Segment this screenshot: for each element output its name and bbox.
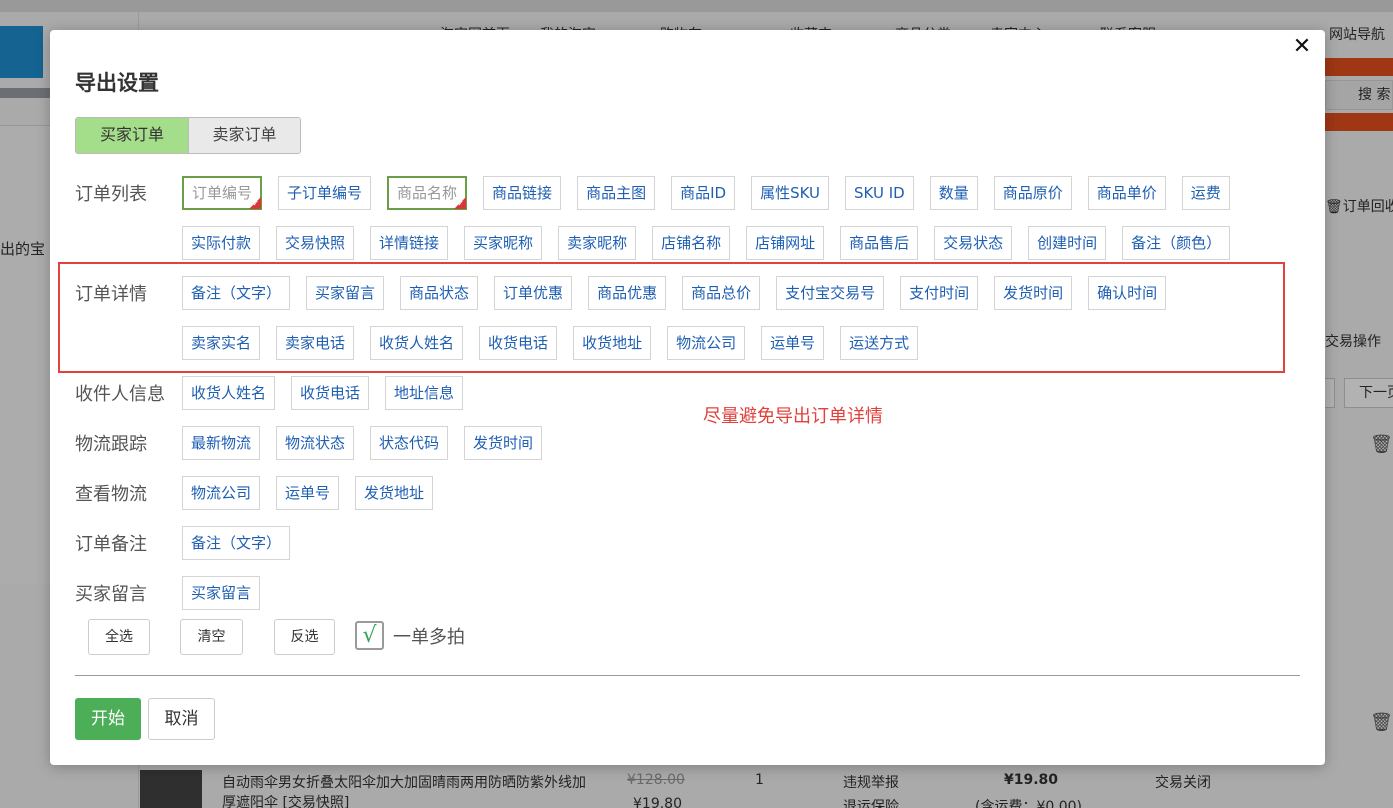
field-tag[interactable]: 收货人姓名 xyxy=(370,326,464,360)
order-type-tabs: 买家订单 卖家订单 xyxy=(75,117,301,154)
multi-shot-checkbox[interactable]: √ xyxy=(355,621,384,650)
field-tag[interactable]: 店铺网址 xyxy=(746,226,825,260)
field-tag[interactable]: 商品ID xyxy=(671,176,736,210)
order-detail-row1: 备注（文字） 买家留言 商品状态 订单优惠 商品优惠 商品总价 支付宝交易号 支… xyxy=(182,276,1167,310)
field-tag[interactable]: 备注（文字） xyxy=(182,526,291,560)
field-tag[interactable]: 卖家电话 xyxy=(276,326,355,360)
field-tag[interactable]: 商品优惠 xyxy=(588,276,667,310)
field-tag[interactable]: 确认时间 xyxy=(1088,276,1167,310)
field-tag[interactable]: 交易状态 xyxy=(934,226,1013,260)
field-tag[interactable]: 收货电话 xyxy=(479,326,558,360)
section-label-order-list: 订单列表 xyxy=(75,184,147,205)
checkmark-icon: √ xyxy=(362,623,377,648)
field-tag[interactable]: 状态代码 xyxy=(370,426,449,460)
multi-shot-label: 一单多拍 xyxy=(393,627,465,648)
field-tag[interactable]: 店铺名称 xyxy=(652,226,731,260)
field-tag[interactable]: 商品单价 xyxy=(1087,176,1166,210)
field-tag[interactable]: 物流公司 xyxy=(667,326,746,360)
field-tag[interactable]: 物流状态 xyxy=(276,426,355,460)
select-all-button[interactable]: 全选 xyxy=(88,619,150,655)
section-label-order-detail: 订单详情 xyxy=(75,284,147,305)
field-tag[interactable]: 交易快照 xyxy=(276,226,355,260)
cancel-button[interactable]: 取消 xyxy=(148,698,215,740)
recipient-row: 收货人姓名 收货电话 地址信息 xyxy=(182,376,464,410)
field-tag[interactable]: 备注（颜色） xyxy=(1122,226,1231,260)
section-label-buyer-message: 买家留言 xyxy=(75,584,147,605)
order-list-row1: 订单编号 ✓ 子订单编号 商品名称 ✓ 商品链接 商品主图 商品ID 属性SKU S… xyxy=(182,176,1230,210)
order-detail-row2: 卖家实名 卖家电话 收货人姓名 收货电话 收货地址 物流公司 运单号 运送方式 xyxy=(182,326,919,360)
field-tag[interactable]: 商品售后 xyxy=(840,226,919,260)
field-tag[interactable]: 买家留言 xyxy=(182,576,261,610)
modal-title: 导出设置 xyxy=(75,71,159,95)
field-tag[interactable]: 运单号 xyxy=(276,476,340,510)
field-tag[interactable]: 支付宝交易号 xyxy=(776,276,885,310)
field-tag[interactable]: 商品原价 xyxy=(993,176,1072,210)
field-tag[interactable]: 收货电话 xyxy=(291,376,370,410)
invert-button[interactable]: 反选 xyxy=(274,619,335,655)
field-tag[interactable]: 最新物流 xyxy=(182,426,261,460)
warning-note: 尽量避免导出订单详情 xyxy=(703,406,883,427)
tab-seller-orders[interactable]: 卖家订单 xyxy=(188,118,300,153)
field-tag[interactable]: 属性SKU xyxy=(751,176,829,210)
section-label-recipient: 收件人信息 xyxy=(75,384,165,405)
field-tag[interactable]: 订单编号 ✓ xyxy=(182,176,263,210)
field-tag[interactable]: 备注（文字） xyxy=(182,276,291,310)
field-tag[interactable]: 收货人姓名 xyxy=(182,376,276,410)
field-tag[interactable]: 订单优惠 xyxy=(494,276,573,310)
field-tag[interactable]: 买家留言 xyxy=(306,276,385,310)
field-tag[interactable]: 商品主图 xyxy=(577,176,656,210)
footer-divider xyxy=(75,675,1300,676)
buyer-message-row: 买家留言 xyxy=(182,576,261,610)
field-tag[interactable]: 收货地址 xyxy=(573,326,652,360)
field-tag[interactable]: 商品总价 xyxy=(682,276,761,310)
section-label-view-logistics: 查看物流 xyxy=(75,484,147,505)
field-tag-label: 商品名称 xyxy=(397,184,458,202)
field-tag-label: 订单编号 xyxy=(192,184,253,202)
field-tag[interactable]: 发货地址 xyxy=(355,476,434,510)
field-tag[interactable]: 支付时间 xyxy=(900,276,979,310)
section-label-order-note: 订单备注 xyxy=(75,534,147,555)
order-note-row: 备注（文字） xyxy=(182,526,291,560)
export-settings-modal: ✕ 导出设置 买家订单 卖家订单 订单列表 订单编号 ✓ 子订单编号 商品名称 ✓ … xyxy=(50,30,1325,765)
field-tag[interactable]: 物流公司 xyxy=(182,476,261,510)
field-tag[interactable]: 创建时间 xyxy=(1028,226,1107,260)
field-tag[interactable]: 详情链接 xyxy=(370,226,449,260)
view-logistics-row: 物流公司 运单号 发货地址 xyxy=(182,476,434,510)
field-tag[interactable]: 实际付款 xyxy=(182,226,261,260)
field-tag[interactable]: 数量 xyxy=(929,176,978,210)
field-tag[interactable]: 商品链接 xyxy=(483,176,562,210)
close-icon[interactable]: ✕ xyxy=(1290,36,1314,58)
field-tag[interactable]: 地址信息 xyxy=(385,376,464,410)
field-tag[interactable]: 运单号 xyxy=(761,326,825,360)
field-tag[interactable]: 卖家实名 xyxy=(182,326,261,360)
field-tag[interactable]: 买家昵称 xyxy=(464,226,543,260)
field-tag[interactable]: 发货时间 xyxy=(994,276,1073,310)
field-tag[interactable]: 运费 xyxy=(1181,176,1230,210)
section-label-tracking: 物流跟踪 xyxy=(75,434,147,455)
check-icon: ✓ xyxy=(252,199,260,208)
order-list-row2: 实际付款 交易快照 详情链接 买家昵称 卖家昵称 店铺名称 店铺网址 商品售后 … xyxy=(182,226,1231,260)
start-button[interactable]: 开始 xyxy=(75,698,141,740)
field-tag[interactable]: 卖家昵称 xyxy=(558,226,637,260)
tracking-row: 最新物流 物流状态 状态代码 发货时间 xyxy=(182,426,543,460)
field-tag[interactable]: 运送方式 xyxy=(840,326,919,360)
field-tag[interactable]: SKU ID xyxy=(845,176,914,210)
field-tag[interactable]: 发货时间 xyxy=(464,426,543,460)
tab-buyer-orders[interactable]: 买家订单 xyxy=(76,118,188,153)
field-tag[interactable]: 商品状态 xyxy=(400,276,479,310)
clear-button[interactable]: 清空 xyxy=(180,619,243,655)
field-tag[interactable]: 商品名称 ✓ xyxy=(387,176,468,210)
check-icon: ✓ xyxy=(457,199,465,208)
field-tag[interactable]: 子订单编号 xyxy=(278,176,372,210)
